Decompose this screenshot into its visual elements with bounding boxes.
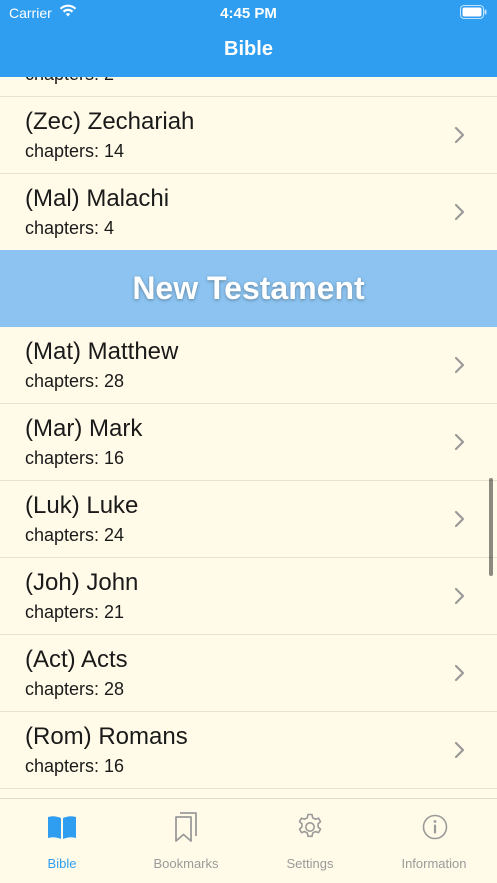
list-item[interactable]: (Luk) Luke chapters: 24 [0, 481, 497, 558]
status-bar: Carrier 4:45 PM [0, 0, 497, 26]
bookmarks-icon [172, 811, 200, 848]
book-title: (Act) Acts [25, 646, 128, 673]
list-item[interactable]: (Mal) Malachi chapters: 4 [0, 174, 497, 251]
chevron-right-icon [454, 664, 466, 687]
list-item[interactable]: (Zec) Zechariah chapters: 14 [0, 97, 497, 174]
list-item[interactable]: (Act) Acts chapters: 28 [0, 635, 497, 712]
tab-bar: Bible Bookmarks Settings Information [0, 798, 497, 883]
book-title: (Mat) Matthew [25, 338, 179, 365]
list-item[interactable] [0, 789, 497, 798]
book-chapters: chapters: 24 [25, 525, 125, 545]
book-title: (Rom) Romans [25, 723, 188, 750]
book-chapters: chapters: 14 [25, 141, 125, 161]
chevron-right-icon [454, 356, 466, 379]
chevron-right-icon [454, 510, 466, 533]
tab-bible[interactable]: Bible [0, 799, 124, 883]
scrollbar-thumb[interactable] [489, 478, 493, 576]
tab-bookmarks[interactable]: Bookmarks [124, 799, 248, 883]
book-chapters: chapters: 16 [25, 756, 125, 776]
status-time: 4:45 PM [220, 5, 277, 22]
book-chapters: chapters: 21 [25, 602, 125, 622]
tab-label: Settings [286, 856, 334, 871]
tab-label: Information [401, 856, 467, 871]
chevron-right-icon [454, 203, 466, 226]
book-chapters: chapters: 4 [25, 218, 115, 238]
list-item[interactable]: (Mat) Matthew chapters: 28 [0, 327, 497, 404]
book-chapters: chapters: 28 [25, 371, 125, 391]
book-chapters: chapters: 16 [25, 448, 125, 468]
book-list[interactable]: chapters: 2 (Zec) Zechariah chapters: 14… [0, 77, 497, 798]
book-title: (Luk) Luke [25, 492, 139, 519]
section-header: New Testament [0, 250, 497, 327]
book-open-icon [47, 814, 77, 845]
chevron-right-icon [454, 587, 466, 610]
chevron-right-icon [454, 126, 466, 149]
section-header-label: New Testament [132, 270, 365, 306]
tab-label: Bible [47, 856, 77, 871]
page-title: Bible [224, 38, 273, 60]
book-title: (Mar) Mark [25, 415, 143, 442]
book-title: (Zec) Zechariah [25, 108, 195, 135]
chevron-right-icon [454, 433, 466, 456]
tab-settings[interactable]: Settings [248, 799, 372, 883]
battery-icon [460, 5, 487, 24]
book-chapters: chapters: 2 [25, 77, 114, 85]
book-title: (Joh) John [25, 569, 139, 596]
list-item[interactable]: chapters: 2 [0, 77, 497, 97]
book-title: (Mal) Malachi [25, 185, 170, 212]
tab-information[interactable]: Information [372, 799, 496, 883]
list-item[interactable]: (Rom) Romans chapters: 16 [0, 712, 497, 789]
list-item[interactable]: (Joh) John chapters: 21 [0, 558, 497, 635]
info-icon [422, 814, 448, 845]
tab-label: Bookmarks [153, 856, 219, 871]
navigation-header: Carrier 4:45 PM Bible [0, 0, 497, 77]
book-chapters: chapters: 28 [25, 679, 125, 699]
list-item[interactable]: (Mar) Mark chapters: 16 [0, 404, 497, 481]
chevron-right-icon [454, 741, 466, 764]
gear-icon [296, 813, 324, 846]
